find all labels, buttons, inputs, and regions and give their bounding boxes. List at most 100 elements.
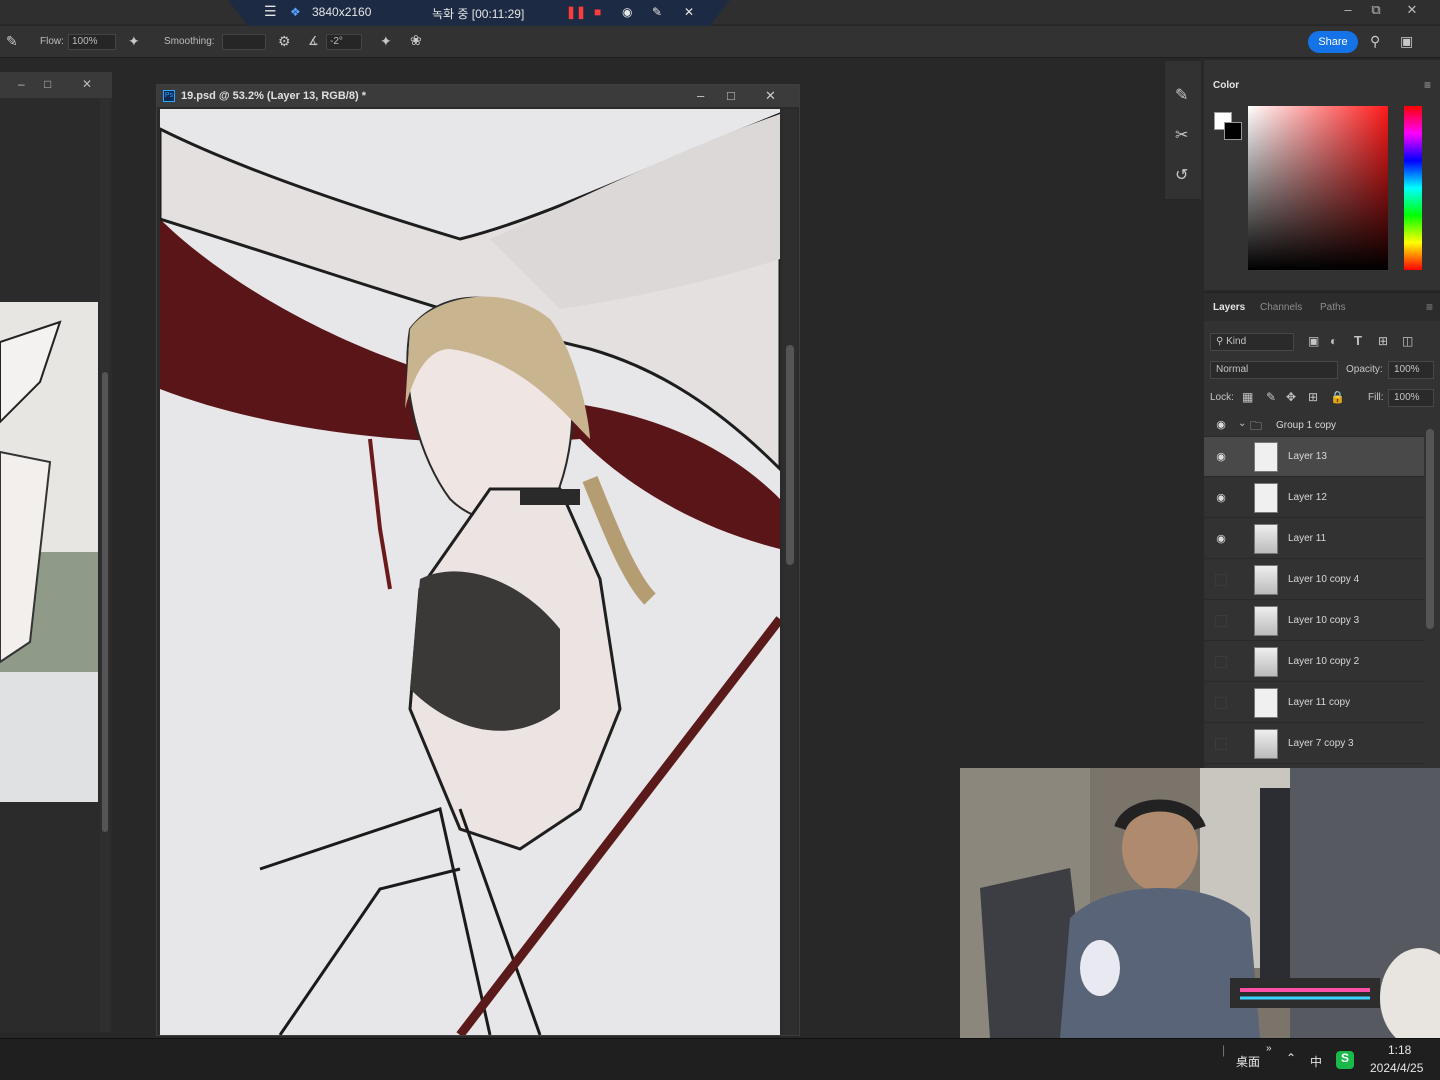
pressure-icon[interactable]: ✦ <box>380 33 392 50</box>
airbrush-icon[interactable]: ✦ <box>128 33 140 50</box>
search-icon[interactable]: ⚲ <box>1370 33 1380 50</box>
layer-name: Layer 13 <box>1288 451 1327 462</box>
minimize-icon[interactable]: – <box>697 88 704 103</box>
fill-field[interactable]: 100% <box>1388 389 1434 407</box>
visibility-eye-icon[interactable]: ◉ <box>1214 491 1228 504</box>
stop-icon[interactable]: ■ <box>594 5 601 19</box>
color-tab[interactable]: Color <box>1213 80 1239 91</box>
layer-name: Layer 11 <box>1288 533 1327 544</box>
type-filter-icon[interactable]: T <box>1354 333 1362 348</box>
document-tab[interactable]: Ps 19.psd @ 53.2% (Layer 13, RGB/8) * – … <box>157 85 799 107</box>
fill-label: Fill: <box>1368 392 1384 403</box>
color-field[interactable] <box>1248 106 1388 270</box>
tray-chevron-up-icon[interactable]: ⌃ <box>1286 1051 1296 1065</box>
photoshop-file-icon: Ps <box>163 90 175 102</box>
taskbar-divider: | <box>1222 1043 1226 1057</box>
layer-row[interactable]: Layer 7 copy 3 <box>1204 724 1424 764</box>
close-recorder-icon[interactable]: ✕ <box>684 5 694 19</box>
visibility-toggle[interactable] <box>1215 615 1227 627</box>
scissors-icon[interactable]: ✂ <box>1175 125 1188 145</box>
layer-thumbnail <box>1254 647 1278 677</box>
menu-icon[interactable]: ☰ <box>264 3 277 20</box>
opacity-field[interactable]: 100% <box>1388 361 1434 379</box>
lock-brush-icon[interactable]: ✎ <box>1266 390 1276 404</box>
symmetry-butterfly-icon[interactable]: ❀ <box>410 32 422 49</box>
desktop-label[interactable]: 桌面 <box>1236 1053 1260 1070</box>
layers-panel-tabs: Layers Channels Paths ≡ <box>1204 293 1440 321</box>
adjustment-filter-icon[interactable]: ◐ <box>1330 334 1337 348</box>
camera-icon[interactable]: ◉ <box>622 5 632 19</box>
shape-filter-icon[interactable]: ⊞ <box>1378 334 1388 348</box>
webcam-overlay <box>960 768 1440 1038</box>
layer-row[interactable]: Layer 10 copy 3 <box>1204 601 1424 641</box>
layer-row[interactable]: Layer 11 copy <box>1204 683 1424 723</box>
lock-position-icon[interactable]: ✥ <box>1286 390 1296 404</box>
panel-menu-icon[interactable]: ≡ <box>1424 78 1431 92</box>
canvas[interactable] <box>160 109 780 1035</box>
ime-indicator[interactable]: 中 <box>1310 1053 1322 1070</box>
layer-row[interactable]: ◉ Layer 11 <box>1204 519 1424 559</box>
blend-mode-select[interactable]: Normal <box>1210 361 1338 379</box>
lock-transparency-icon[interactable]: ▦ <box>1242 390 1253 404</box>
smart-object-filter-icon[interactable]: ◫ <box>1402 334 1413 348</box>
flow-field[interactable]: 100% <box>68 34 116 50</box>
visibility-toggle[interactable] <box>1215 574 1227 586</box>
share-button[interactable]: Share <box>1308 31 1358 53</box>
background-document-tab[interactable]: – □ ✕ <box>0 72 112 98</box>
layer-row[interactable]: ◉ Layer 13 <box>1204 437 1424 477</box>
chevron-double-icon[interactable]: » <box>1266 1043 1272 1054</box>
document-window: Ps 19.psd @ 53.2% (Layer 13, RGB/8) * – … <box>156 84 800 1036</box>
visibility-eye-icon[interactable]: ◉ <box>1214 450 1228 463</box>
visibility-eye-icon[interactable]: ◉ <box>1214 418 1228 431</box>
settings-gear-icon[interactable]: ⚙ <box>278 33 291 50</box>
smoothing-field[interactable] <box>222 34 266 50</box>
close-icon[interactable]: ✕ <box>82 77 92 91</box>
tab-layers[interactable]: Layers <box>1213 302 1245 313</box>
minimize-icon[interactable]: – <box>1338 2 1358 17</box>
layers-scrollbar[interactable] <box>1426 429 1434 629</box>
filter-kind-value: Kind <box>1226 336 1247 347</box>
filter-kind-select[interactable]: ⚲ Kind <box>1210 333 1294 351</box>
angle-field[interactable]: -2° <box>326 34 362 50</box>
visibility-eye-icon[interactable]: ◉ <box>1214 532 1228 545</box>
layer-row[interactable]: ◉ Layer 12 <box>1204 478 1424 518</box>
scrollbar-thumb[interactable] <box>786 345 794 565</box>
tab-paths[interactable]: Paths <box>1320 302 1346 313</box>
maximize-icon[interactable]: □ <box>44 77 51 91</box>
restore-icon[interactable]: ⧉ <box>1366 2 1386 18</box>
visibility-toggle[interactable] <box>1215 697 1227 709</box>
brush-settings-icon[interactable]: ✎ <box>1175 85 1188 105</box>
close-icon[interactable]: ✕ <box>765 88 776 104</box>
hue-slider[interactable] <box>1404 106 1422 270</box>
lock-artboard-icon[interactable]: ⊞ <box>1308 390 1318 404</box>
chevron-down-icon[interactable]: ⌄ <box>1238 418 1246 429</box>
background-artwork <box>0 302 98 802</box>
layer-row[interactable]: Layer 10 copy 2 <box>1204 642 1424 682</box>
vertical-scrollbar[interactable] <box>783 109 797 1035</box>
smoothing-label: Smoothing: <box>164 36 215 47</box>
scrollbar-thumb[interactable] <box>102 372 108 832</box>
close-icon[interactable]: ✕ <box>1402 2 1422 18</box>
layer-thumbnail <box>1254 442 1278 472</box>
pen-icon[interactable]: ✎ <box>652 5 662 19</box>
maximize-icon[interactable]: □ <box>727 88 735 103</box>
pin-icon[interactable]: ❖ <box>290 5 301 19</box>
history-icon[interactable]: ↺ <box>1175 165 1188 185</box>
tab-channels[interactable]: Channels <box>1260 302 1302 313</box>
visibility-toggle[interactable] <box>1215 738 1227 750</box>
brush-tool-icon[interactable]: ✎ <box>6 33 18 50</box>
lock-all-icon[interactable]: 🔒 <box>1330 390 1345 404</box>
minimize-icon[interactable]: – <box>18 77 25 91</box>
layer-name: Layer 12 <box>1288 492 1327 503</box>
layer-row[interactable]: Layer 10 copy 4 <box>1204 560 1424 600</box>
tray-app-icon[interactable]: S <box>1336 1051 1354 1069</box>
visibility-toggle[interactable] <box>1215 656 1227 668</box>
clock-date: 2024/4/25 <box>1370 1061 1424 1075</box>
panel-menu-icon[interactable]: ≡ <box>1426 300 1433 314</box>
layer-group-row[interactable]: ◉ ⌄ 🗀 Group 1 copy <box>1204 413 1424 437</box>
lock-label: Lock: <box>1210 392 1234 403</box>
pixel-filter-icon[interactable]: ▣ <box>1308 334 1319 348</box>
pause-icon[interactable]: ❚❚ <box>566 5 586 19</box>
workspace-icon[interactable]: ▣ <box>1400 33 1413 50</box>
background-color-swatch[interactable] <box>1224 122 1242 140</box>
